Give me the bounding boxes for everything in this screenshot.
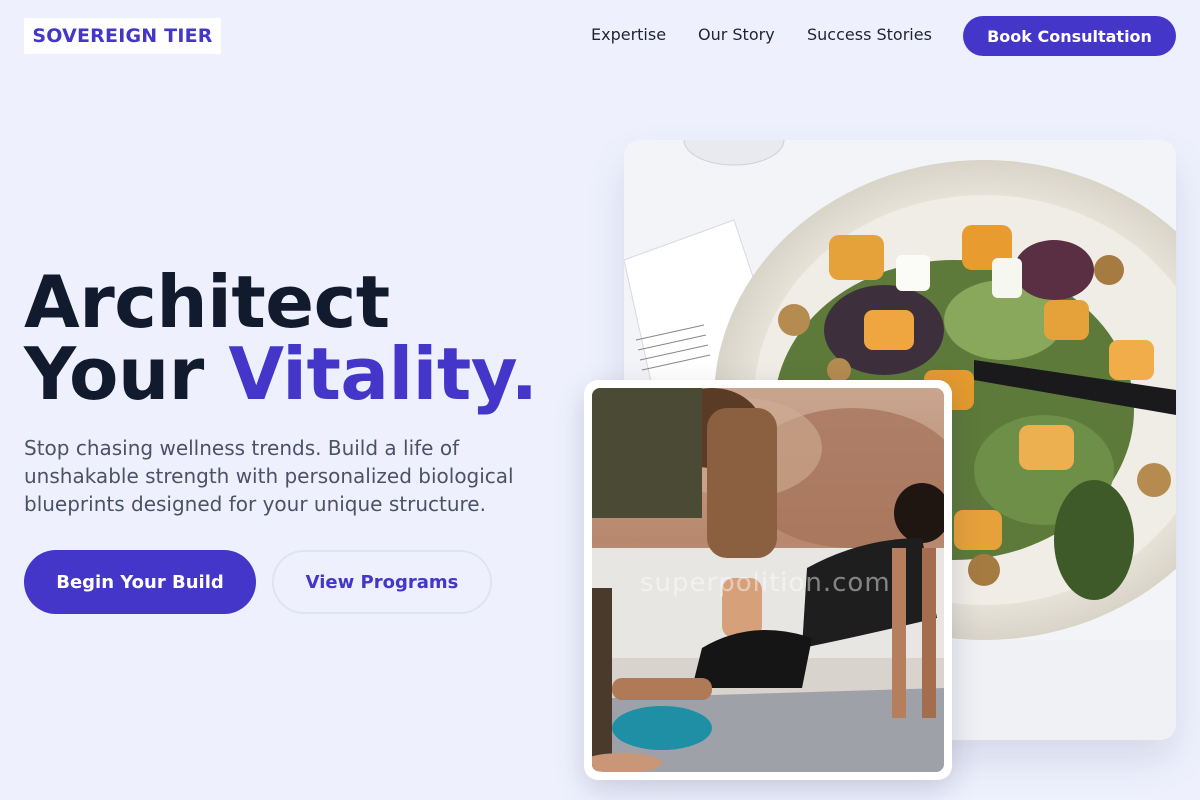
view-programs-button[interactable]: View Programs [272,550,492,614]
nav-link-success-stories[interactable]: Success Stories [807,25,932,47]
brand-logo-text: SOVEREIGN TIER [32,25,213,47]
image-watermark: superpolition.com [640,568,891,598]
nav-link-expertise[interactable]: Expertise [591,25,666,47]
hero-headline: Architect Your Vitality. [24,266,584,410]
headline-line-2: Your [24,332,229,416]
nav-link-our-story[interactable]: Our Story [698,25,775,47]
begin-your-build-button[interactable]: Begin Your Build [24,550,256,614]
headline-accent: Vitality. [228,332,538,416]
book-consultation-button[interactable]: Book Consultation [963,16,1176,56]
brand-logo[interactable]: SOVEREIGN TIER [24,18,221,54]
hero-subtext: Stop chasing wellness trends. Build a li… [24,436,514,516]
